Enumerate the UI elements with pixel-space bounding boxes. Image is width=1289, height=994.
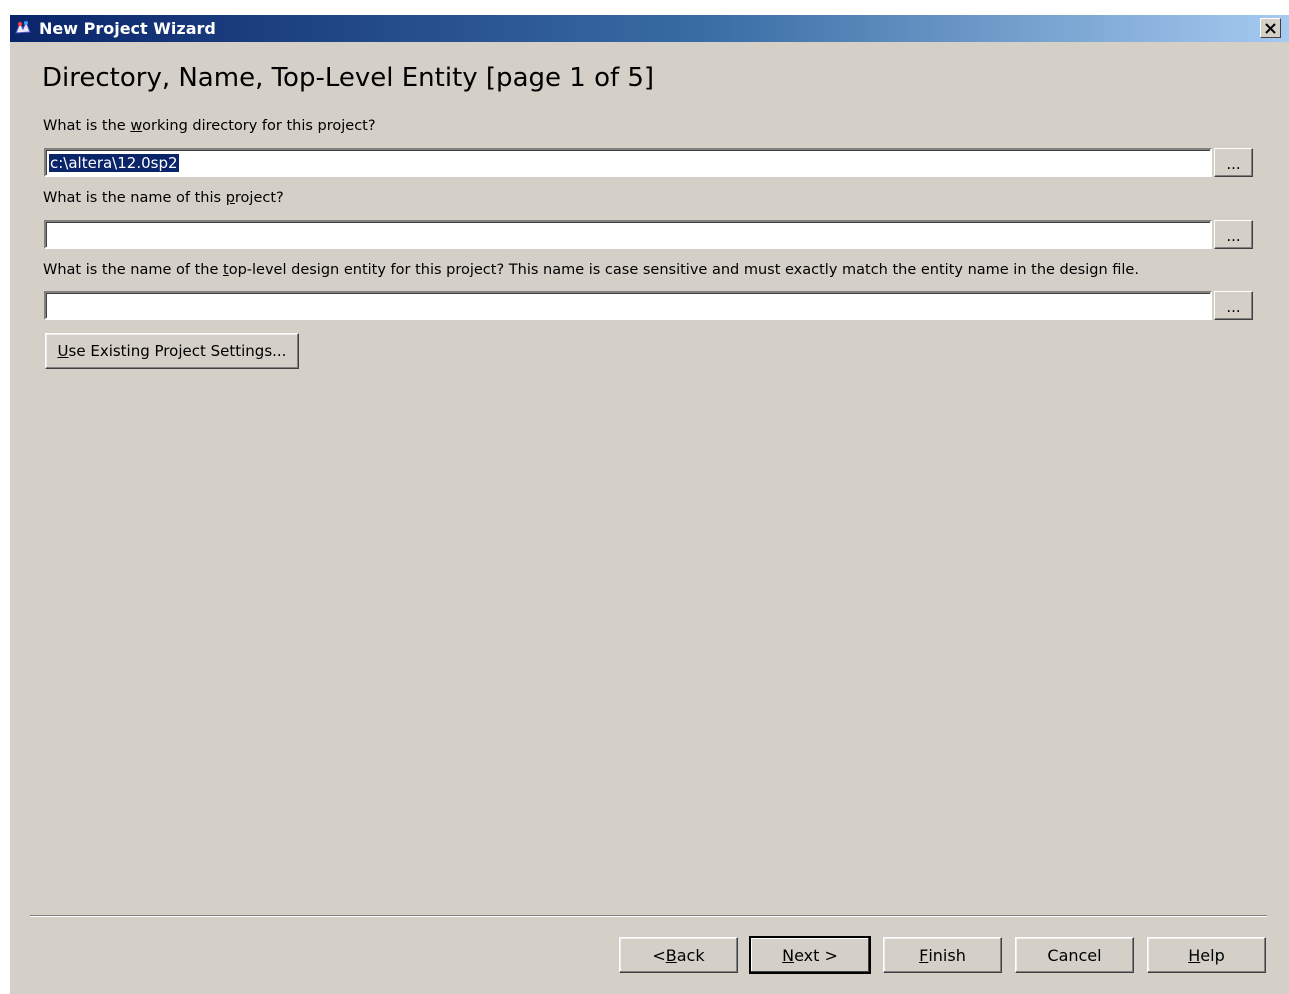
top-level-entity-input[interactable]: [44, 291, 1212, 320]
directory-browse-button[interactable]: ...: [1214, 148, 1253, 177]
finish-button[interactable]: Finish: [883, 937, 1002, 973]
close-button[interactable]: [1260, 18, 1281, 38]
title-bar[interactable]: New Project Wizard: [10, 15, 1289, 42]
new-project-wizard-window: New Project Wizard Directory, Name, Top-…: [10, 15, 1289, 994]
help-button[interactable]: Help: [1147, 937, 1266, 973]
directory-label: What is the working directory for this p…: [43, 118, 376, 134]
directory-value: c:\altera\12.0sp2: [49, 154, 179, 172]
cancel-button[interactable]: Cancel: [1015, 937, 1134, 973]
next-button[interactable]: Next >: [749, 936, 871, 974]
top-level-entity-label: What is the name of the top-level design…: [43, 262, 1139, 278]
footer-separator: [30, 915, 1267, 917]
project-name-input[interactable]: [44, 220, 1212, 249]
page-heading: Directory, Name, Top-Level Entity [page …: [42, 63, 655, 93]
top-level-entity-browse-button[interactable]: ...: [1214, 291, 1253, 320]
window-title: New Project Wizard: [39, 19, 216, 38]
directory-input[interactable]: c:\altera\12.0sp2: [44, 148, 1212, 177]
close-icon: [1265, 19, 1276, 38]
project-name-label: What is the name of this project?: [43, 190, 284, 206]
project-name-browse-button[interactable]: ...: [1214, 220, 1253, 249]
quartus-app-icon: [14, 19, 32, 37]
back-button[interactable]: < Back: [619, 937, 738, 973]
use-existing-settings-button[interactable]: Use Existing Project Settings...: [45, 333, 299, 369]
